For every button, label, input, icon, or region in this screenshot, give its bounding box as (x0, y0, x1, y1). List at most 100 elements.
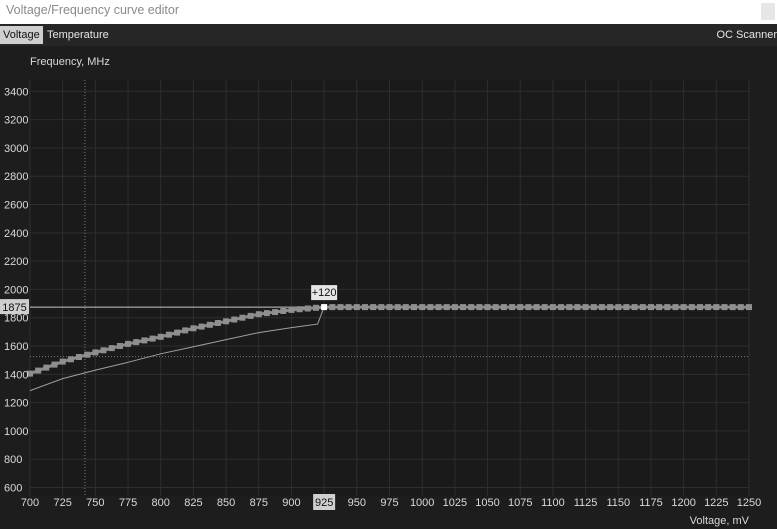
x-tick-label: 850 (217, 497, 235, 509)
curve-point (697, 304, 703, 311)
curve-point (435, 304, 442, 311)
x-tick-label: 1225 (704, 497, 728, 509)
curve-point (288, 306, 295, 313)
y-tick-label: 2200 (4, 256, 28, 268)
curve-point (378, 304, 385, 311)
x-tick-label: 800 (152, 497, 170, 509)
x-axis-title: Voltage, mV (690, 515, 750, 527)
curve-point (174, 329, 181, 336)
y-axis-title: Frequency, MHz (30, 56, 110, 68)
y-tick-label: 1000 (4, 426, 28, 438)
vf-curve-chart[interactable]: Frequency, MHz Voltage, mV 700 725 750 775 8… (0, 46, 777, 529)
curve-point (737, 304, 744, 311)
curve-point (125, 340, 131, 347)
curve-point (509, 304, 516, 311)
y-tick-label: 2600 (4, 200, 28, 212)
curve-point (713, 304, 720, 311)
window-control-button[interactable] (761, 3, 775, 20)
curve-point (517, 304, 524, 311)
y-tick-label: 2400 (4, 228, 28, 240)
curve-point (35, 367, 42, 374)
curve-point (419, 304, 426, 311)
curve-point (280, 308, 287, 314)
curve-point (443, 304, 450, 311)
oc-scanner-button[interactable]: OC Scanner (716, 26, 777, 44)
y-tick-label: 1200 (4, 398, 28, 410)
curve-point (468, 304, 475, 311)
curve-point (92, 349, 99, 356)
curve-point (533, 304, 540, 311)
curve-point (590, 304, 597, 311)
x-tick-label: 1075 (508, 497, 532, 509)
y-tick-label: 3400 (4, 86, 28, 98)
curve-point (386, 304, 393, 311)
curve-point (272, 309, 279, 316)
x-tick-label: 1050 (475, 497, 499, 509)
tab-voltage[interactable]: Voltage (0, 26, 43, 44)
y-tick-label: 3200 (4, 115, 28, 127)
selected-frequency-label: 1875 (2, 302, 26, 314)
y-tick-label: 600 (4, 483, 22, 495)
curve-point (500, 304, 507, 311)
curve-point (688, 304, 695, 311)
curve-point (59, 358, 66, 365)
curve-point (223, 318, 230, 325)
curve-point (133, 339, 140, 346)
curve-point (67, 356, 74, 363)
curve-point (304, 305, 311, 312)
x-tick-label: 1125 (574, 497, 598, 509)
x-tick-label: 950 (348, 497, 366, 509)
curve-point (451, 304, 458, 311)
curve-point (370, 304, 377, 311)
y-tick-label: 1600 (4, 341, 28, 353)
x-tick-label-selected: 925 (315, 497, 333, 509)
curve-point (721, 304, 728, 311)
x-tick-label: 700 (21, 497, 39, 509)
curve-point (492, 304, 499, 311)
x-tick-label: 1000 (410, 497, 434, 509)
x-tick-label: 1025 (443, 497, 467, 509)
curve-point (296, 306, 303, 313)
curve-point (574, 304, 581, 311)
curve-point (337, 304, 344, 311)
tab-bar: Voltage Temperature OC Scanner (0, 24, 777, 46)
x-tick-label: 900 (282, 497, 300, 509)
curve-point (43, 364, 50, 371)
window-title: Voltage/Frequency curve editor (6, 3, 180, 17)
curve-point (255, 311, 262, 318)
curve-point (598, 304, 605, 311)
curve-point (746, 304, 752, 311)
curve-point (705, 304, 712, 311)
curve-point (680, 304, 687, 311)
curve-point (190, 325, 197, 332)
window-title-bar: Voltage/Frequency curve editor (0, 0, 777, 24)
y-tick-label: 2000 (4, 284, 28, 296)
x-tick-label: 975 (380, 497, 398, 509)
curve-point (623, 304, 630, 311)
curve-point (607, 304, 614, 311)
curve-point (631, 304, 638, 311)
y-tick-label: 1800 (4, 313, 28, 325)
curve-point (182, 327, 189, 334)
curve-point (116, 343, 123, 349)
y-tick-label: 800 (4, 454, 22, 466)
curve-point (198, 323, 205, 330)
x-tick-label: 825 (184, 497, 202, 509)
y-tick-label: 2800 (4, 171, 28, 183)
curve-point (100, 347, 107, 354)
curve-point (394, 304, 401, 311)
curve-point (639, 304, 646, 311)
curve-point (656, 304, 663, 311)
curve-point (460, 304, 466, 311)
x-tick-label: 1175 (639, 497, 663, 509)
curve-point (615, 304, 622, 311)
curve-point (582, 304, 589, 311)
curve-point (427, 304, 434, 311)
curve-point (165, 331, 172, 338)
curve-point (329, 304, 336, 311)
curve-point (402, 304, 409, 311)
curve-point (231, 316, 238, 323)
curve-point (247, 312, 254, 319)
curve-point (353, 304, 360, 311)
tab-temperature[interactable]: Temperature (44, 26, 112, 44)
